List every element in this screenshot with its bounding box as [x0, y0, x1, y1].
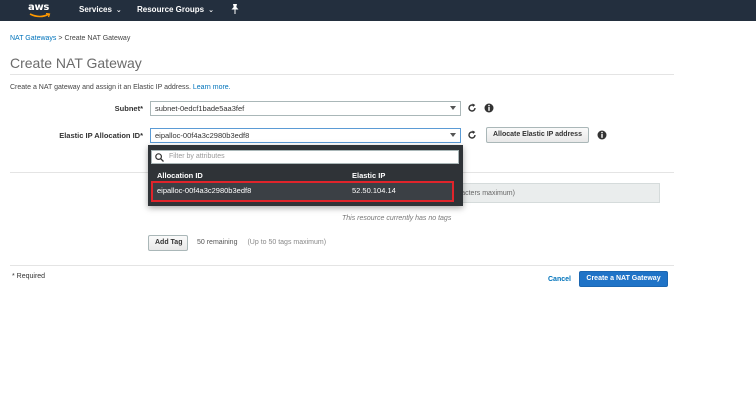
info-icon[interactable]	[597, 130, 607, 140]
divider	[10, 265, 674, 266]
breadcrumb-nat-gateways-link[interactable]: NAT Gateways	[10, 35, 56, 42]
subnet-value: subnet-0edcf1bade5aa3fef	[155, 104, 245, 113]
page-title: Create NAT Gateway	[10, 55, 142, 71]
search-icon	[155, 153, 164, 162]
tag-limit-note: (Up to 50 tags maximum)	[247, 239, 327, 246]
intro-text: Create a NAT gateway and assign it an El…	[10, 84, 231, 91]
elastic-ip-value: eipalloc-00f4a3c2980b3edf8	[155, 131, 250, 140]
chevron-down-icon: ⌄	[208, 7, 215, 14]
refresh-icon[interactable]	[467, 103, 477, 113]
remaining-count: 50 remaining	[197, 239, 238, 246]
intro-description: Create a NAT gateway and assign it an El…	[10, 84, 191, 91]
aws-smile-icon	[29, 13, 51, 18]
subnet-label: Subnet*	[114, 104, 143, 113]
add-tag-button[interactable]: Add Tag	[148, 235, 188, 251]
elastic-ip-column-header: Elastic IP	[352, 171, 386, 180]
option-elastic-ip: 52.50.104.14	[352, 186, 396, 195]
elastic-ip-label: Elastic IP Allocation ID*	[59, 131, 143, 140]
learn-more-link[interactable]: Learn more.	[193, 84, 231, 91]
breadcrumb: NAT Gateways > Create NAT Gateway	[10, 35, 130, 42]
refresh-icon[interactable]	[467, 130, 477, 140]
empty-tags-message: This resource currently has no tags	[342, 215, 452, 222]
pin-icon[interactable]	[231, 4, 239, 14]
create-nat-gateway-button[interactable]: Create a NAT Gateway	[579, 271, 668, 287]
cancel-button[interactable]: Cancel	[548, 276, 571, 283]
allocation-id-column-header: Allocation ID	[157, 171, 203, 180]
required-note: * Required	[12, 273, 46, 280]
resource-groups-label: Resource Groups	[137, 5, 205, 14]
breadcrumb-current: Create NAT Gateway	[64, 35, 131, 42]
aws-logo-text: aws	[28, 2, 50, 13]
tags-remaining: 50 remaining (Up to 50 tags maximum)	[197, 239, 326, 246]
breadcrumb-separator: >	[58, 35, 63, 42]
tags-header-text: aracters maximum)	[455, 190, 515, 197]
subnet-select[interactable]: subnet-0edcf1bade5aa3fef	[150, 101, 461, 116]
top-nav-bar: aws Services ⌄ Resource Groups ⌄	[0, 0, 756, 21]
chevron-down-icon: ⌄	[115, 7, 122, 14]
caret-down-icon	[450, 106, 456, 110]
filter-input[interactable]: Filter by attributes	[151, 150, 459, 164]
allocate-elastic-ip-button[interactable]: Allocate Elastic IP address	[486, 127, 589, 143]
info-icon[interactable]	[484, 103, 494, 113]
divider	[10, 74, 674, 75]
resource-groups-menu[interactable]: Resource Groups ⌄	[137, 5, 214, 14]
option-allocation-id: eipalloc-00f4a3c2980b3edf8	[157, 186, 252, 195]
aws-logo[interactable]: aws	[28, 2, 52, 19]
services-label: Services	[79, 5, 112, 14]
elastic-ip-select[interactable]: eipalloc-00f4a3c2980b3edf8	[150, 128, 461, 143]
services-menu[interactable]: Services ⌄	[79, 5, 122, 14]
caret-down-icon	[450, 133, 456, 137]
